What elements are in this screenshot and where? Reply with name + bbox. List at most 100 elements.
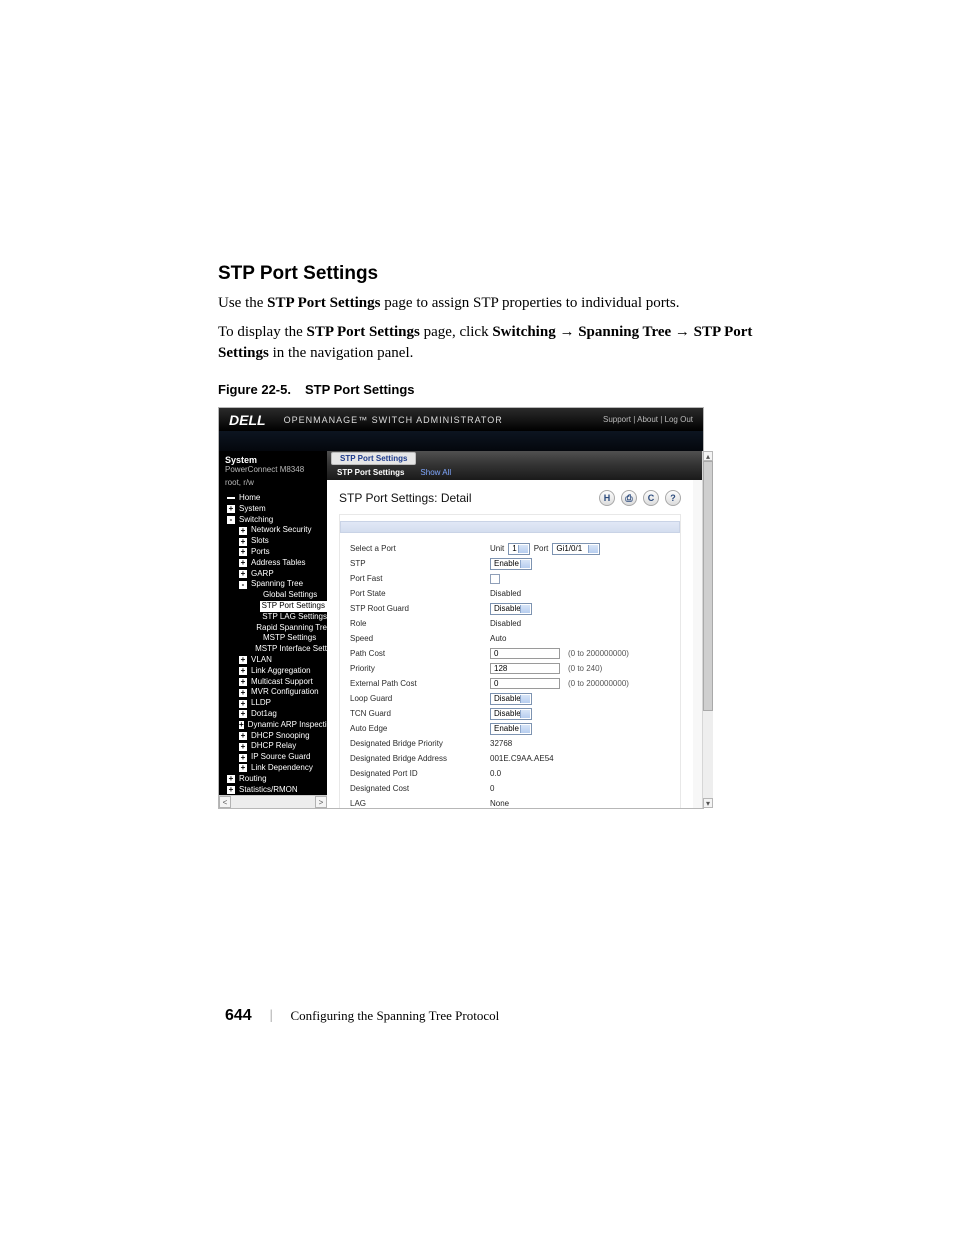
expand-icon[interactable]: + (227, 786, 235, 794)
scroll-down-icon[interactable]: ▾ (703, 798, 713, 808)
tree-item[interactable]: STP LAG Settings (223, 612, 327, 623)
tree-item[interactable]: + Slots (223, 536, 327, 547)
tree-item[interactable]: + MVR Configuration (223, 687, 327, 698)
scroll-right-icon[interactable]: > (315, 796, 327, 808)
sidebar-scrollbar[interactable]: < > (219, 795, 327, 808)
tree-item[interactable]: + Statistics/RMON (223, 785, 327, 796)
tree-item-label[interactable]: IP Source Guard (251, 752, 310, 763)
tree-item-label[interactable]: GARP (251, 569, 274, 580)
ext-cost-input[interactable]: 0 (490, 678, 560, 689)
scroll-left-icon[interactable]: < (219, 796, 231, 808)
path-cost-input[interactable]: 0 (490, 648, 560, 659)
tree-item-label[interactable]: Spanning Tree (251, 579, 303, 590)
tree-item[interactable]: + VLAN (223, 655, 327, 666)
expand-icon[interactable]: + (227, 775, 235, 783)
tree-item[interactable]: + Multicast Support (223, 677, 327, 688)
tree-item[interactable]: + Network Security (223, 525, 327, 536)
tree-item-label[interactable]: Link Aggregation (251, 666, 311, 677)
expand-icon[interactable]: + (239, 667, 247, 675)
scroll-thumb[interactable] (703, 461, 713, 711)
expand-icon[interactable]: + (239, 732, 247, 740)
auto-edge-select[interactable]: Enable (490, 723, 532, 735)
collapse-icon[interactable]: - (227, 516, 235, 524)
tab-show-all[interactable]: Show All (420, 468, 451, 477)
tree-item-label[interactable]: MSTP Interface Sett (255, 644, 327, 655)
tree-item[interactable]: + System (223, 504, 327, 515)
tree-item-label[interactable]: Multicast Support (251, 677, 313, 688)
tree-item[interactable]: -Spanning Tree (223, 579, 327, 590)
tree-item-label[interactable]: Dot1ag (251, 709, 277, 720)
tree-item-label[interactable]: Address Tables (251, 558, 306, 569)
tree-item[interactable]: Global Settings (223, 590, 327, 601)
save-icon[interactable]: H (599, 490, 615, 506)
tree-item-label[interactable]: STP Port Settings (260, 601, 327, 612)
content-scrollbar[interactable]: ▴ ▾ (702, 451, 713, 808)
tree-item[interactable]: + LLDP (223, 698, 327, 709)
tree-item-label[interactable]: Link Dependency (251, 763, 313, 774)
expand-icon[interactable]: + (239, 538, 247, 546)
expand-icon[interactable]: + (239, 721, 244, 729)
expand-icon[interactable]: + (239, 710, 247, 718)
tree-item-label[interactable]: Global Settings (263, 590, 317, 601)
tree-item[interactable]: + Link Aggregation (223, 666, 327, 677)
tree-item-label[interactable]: Rapid Spanning Tre (256, 623, 327, 634)
expand-icon[interactable]: + (239, 689, 247, 697)
tree-item-label[interactable]: DHCP Snooping (251, 731, 310, 742)
header-links[interactable]: Support | About | Log Out (603, 415, 693, 424)
tree-item[interactable]: STP Port Settings (223, 601, 327, 612)
port-fast-checkbox[interactable] (490, 574, 500, 584)
expand-icon[interactable]: + (239, 743, 247, 751)
tree-item-label[interactable]: Statistics/RMON (239, 785, 298, 796)
expand-icon[interactable]: + (239, 570, 247, 578)
tree-item[interactable]: Home (223, 493, 327, 504)
tab-stp-port-settings[interactable]: STP Port Settings (337, 468, 404, 477)
tree-item[interactable]: + Link Dependency (223, 763, 327, 774)
collapse-icon[interactable]: - (239, 581, 247, 589)
tree-item[interactable]: + Address Tables (223, 558, 327, 569)
tree-item[interactable]: + Dot1ag (223, 709, 327, 720)
unit-select[interactable]: 1 (508, 543, 529, 555)
expand-icon[interactable]: + (239, 678, 247, 686)
print-icon[interactable]: ⎙ (621, 490, 637, 506)
tree-item[interactable]: + Dynamic ARP Inspection (223, 720, 327, 731)
tree-item[interactable]: + IP Source Guard (223, 752, 327, 763)
tree-item[interactable]: + Routing (223, 774, 327, 785)
stp-select[interactable]: Enable (490, 558, 532, 570)
tree-item[interactable]: -Switching (223, 515, 327, 526)
loop-guard-select[interactable]: Disable (490, 693, 532, 705)
tree-item[interactable]: +DHCP Relay (223, 741, 327, 752)
tree-item-label[interactable]: Network Security (251, 525, 311, 536)
tree-item[interactable]: MSTP Interface Sett (223, 644, 327, 655)
expand-icon[interactable]: + (239, 764, 247, 772)
tree-item-label[interactable]: MVR Configuration (251, 687, 319, 698)
tree-item-label[interactable]: System (239, 504, 266, 515)
expand-icon[interactable]: + (239, 548, 247, 556)
expand-icon[interactable]: + (239, 700, 247, 708)
tree-item-label[interactable]: Routing (239, 774, 267, 785)
tree-item-label[interactable]: Dynamic ARP Inspection (248, 720, 327, 731)
refresh-icon[interactable]: C (643, 490, 659, 506)
tree-item-label[interactable]: MSTP Settings (263, 633, 316, 644)
tree-item-label[interactable]: Home (239, 493, 260, 504)
tree-item-label[interactable]: VLAN (251, 655, 272, 666)
scroll-up-icon[interactable]: ▴ (703, 451, 713, 461)
expand-icon[interactable]: + (239, 656, 247, 664)
breadcrumb[interactable]: STP Port Settings (331, 452, 416, 465)
tree-item-label[interactable]: Slots (251, 536, 269, 547)
tree-item[interactable]: + Ports (223, 547, 327, 558)
tree-item-label[interactable]: LLDP (251, 698, 271, 709)
tree-item[interactable]: + GARP (223, 569, 327, 580)
expand-icon[interactable]: + (239, 559, 247, 567)
port-select[interactable]: Gi1/0/1 (552, 543, 600, 555)
expand-icon[interactable]: + (239, 754, 247, 762)
tcn-guard-select[interactable]: Disable (490, 708, 532, 720)
expand-icon[interactable]: + (227, 505, 235, 513)
tree-item[interactable]: + DHCP Snooping (223, 731, 327, 742)
expand-icon[interactable]: + (239, 527, 247, 535)
root-guard-select[interactable]: Disable (490, 603, 532, 615)
tree-item[interactable]: Rapid Spanning Tre (223, 623, 327, 634)
tree-item-label[interactable]: Ports (251, 547, 270, 558)
tree-item-label[interactable]: STP LAG Settings (262, 612, 327, 623)
priority-input[interactable]: 128 (490, 663, 560, 674)
tree-item-label[interactable]: Switching (239, 515, 273, 526)
